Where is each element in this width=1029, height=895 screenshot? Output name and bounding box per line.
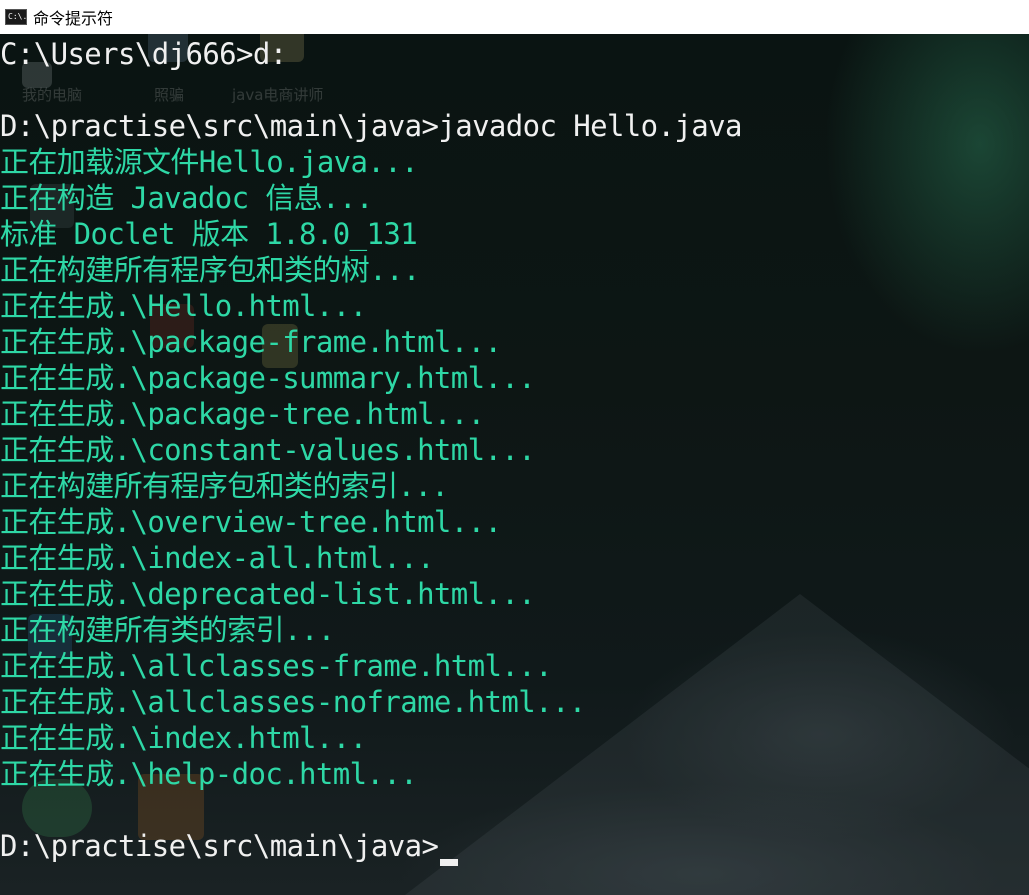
console-line: 正在生成.\constant-values.html... xyxy=(0,433,536,467)
console-line: C:\Users\dj666>d: xyxy=(0,37,287,71)
console-line: D:\practise\src\main\java>javadoc Hello.… xyxy=(0,109,742,143)
console-line: 正在生成.\allclasses-frame.html... xyxy=(0,649,553,683)
console-line: 正在生成.\index.html... xyxy=(0,721,367,755)
console-line: 正在生成.\Hello.html... xyxy=(0,289,367,323)
current-prompt: D:\practise\src\main\java> xyxy=(0,829,439,863)
console-line: 正在构建所有类的索引... xyxy=(0,613,335,647)
console-line: 正在生成.\index-all.html... xyxy=(0,541,435,575)
console-line: 标准 Doclet 版本 1.8.0_131 xyxy=(0,217,418,251)
cmd-icon: C:\. xyxy=(5,9,27,25)
cmd-window: C:\. 命令提示符 我的电脑 照骗 java电商讲师 C:\Users\dj6… xyxy=(0,0,1029,895)
title-bar[interactable]: C:\. 命令提示符 xyxy=(0,0,1029,34)
console-prompt-line[interactable]: D:\practise\src\main\java> xyxy=(0,828,742,866)
console-line: 正在生成.\package-summary.html... xyxy=(0,361,536,395)
console-line: 正在加载源文件Hello.java... xyxy=(0,145,419,179)
console-line: 正在构建所有程序包和类的树... xyxy=(0,253,420,287)
text-cursor xyxy=(440,859,459,866)
console-output: C:\Users\dj666>d: D:\practise\src\main\j… xyxy=(0,36,742,866)
console-line: 正在生成.\package-frame.html... xyxy=(0,325,502,359)
console-area[interactable]: 我的电脑 照骗 java电商讲师 C:\Users\dj666>d: D:\pr… xyxy=(0,34,1029,895)
console-line: 正在生成.\package-tree.html... xyxy=(0,397,485,431)
window-title: 命令提示符 xyxy=(33,9,114,28)
console-line: 正在生成.\allclasses-noframe.html... xyxy=(0,685,586,719)
console-line: 正在生成.\overview-tree.html... xyxy=(0,505,502,539)
console-line: 正在构建所有程序包和类的索引... xyxy=(0,469,449,503)
console-line: 正在生成.\deprecated-list.html... xyxy=(0,577,536,611)
console-line: 正在构造 Javadoc 信息... xyxy=(0,181,373,215)
console-line: 正在生成.\help-doc.html... xyxy=(0,757,418,791)
